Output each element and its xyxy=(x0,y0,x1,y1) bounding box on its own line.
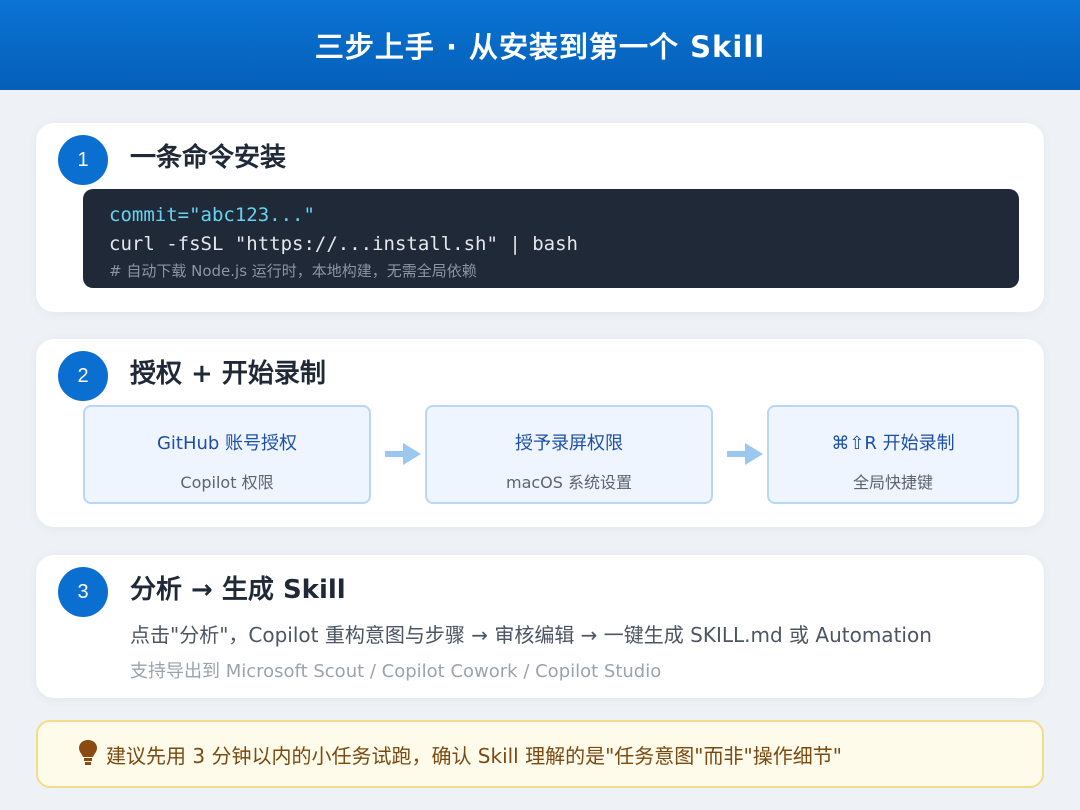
github-auth-box: GitHub 账号授权 Copilot 权限 xyxy=(83,405,371,504)
right-arrow-icon xyxy=(727,443,763,465)
install-code-block[interactable]: commit="abc123..." curl -fsSL "https://.… xyxy=(83,189,1019,288)
box-subtitle: macOS 系统设置 xyxy=(505,473,633,492)
box-subtitle: 全局快捷键 xyxy=(852,473,933,492)
step-card-install: 1 一条命令安装 commit="abc123..." curl -fsSL "… xyxy=(36,123,1044,312)
code-line-curl: curl -fsSL "https://...install.sh" | bas… xyxy=(109,233,578,255)
tip-text: 建议先用 3 分钟以内的小任务试跑，确认 Skill 理解的是"任务意图"而非"… xyxy=(106,743,842,768)
start-recording-box: ⌘⇧R 开始录制 全局快捷键 xyxy=(767,405,1019,504)
right-arrow-icon xyxy=(385,443,421,465)
step-title: 分析 → 生成 Skill xyxy=(130,575,346,605)
page-header: 三步上手 · 从安装到第一个 Skill xyxy=(0,0,1080,90)
screen-permission-box: 授予录屏权限 macOS 系统设置 xyxy=(425,405,713,504)
export-note: 支持导出到 Microsoft Scout / Copilot Cowork /… xyxy=(130,661,662,682)
box-title: ⌘⇧R 开始录制 xyxy=(831,433,955,454)
tip-banner: 建议先用 3 分钟以内的小任务试跑，确认 Skill 理解的是"任务意图"而非"… xyxy=(36,720,1044,788)
code-line-commit: commit="abc123..." xyxy=(109,204,315,226)
code-comment: # 自动下载 Node.js 运行时，本地构建，无需全局依赖 xyxy=(109,262,477,280)
step-description: 点击"分析"，Copilot 重构意图与步骤 → 审核编辑 → 一键生成 SKI… xyxy=(130,623,932,647)
step-number-badge: 2 xyxy=(58,351,108,401)
step-title: 一条命令安装 xyxy=(130,143,287,173)
lightbulb-icon xyxy=(79,740,97,765)
step-card-authorize: 2 授权 + 开始录制 GitHub 账号授权 Copilot 权限 授予录屏权… xyxy=(36,339,1044,527)
step-title: 授权 + 开始录制 xyxy=(130,359,326,389)
step-number-badge: 3 xyxy=(58,567,108,617)
box-subtitle: Copilot 权限 xyxy=(180,473,274,492)
step-number-badge: 1 xyxy=(58,135,108,185)
page-title: 三步上手 · 从安装到第一个 Skill xyxy=(314,30,766,64)
box-title: GitHub 账号授权 xyxy=(156,433,298,454)
box-title: 授予录屏权限 xyxy=(515,433,623,454)
step-card-analyze: 3 分析 → 生成 Skill 点击"分析"，Copilot 重构意图与步骤 →… xyxy=(36,555,1044,698)
